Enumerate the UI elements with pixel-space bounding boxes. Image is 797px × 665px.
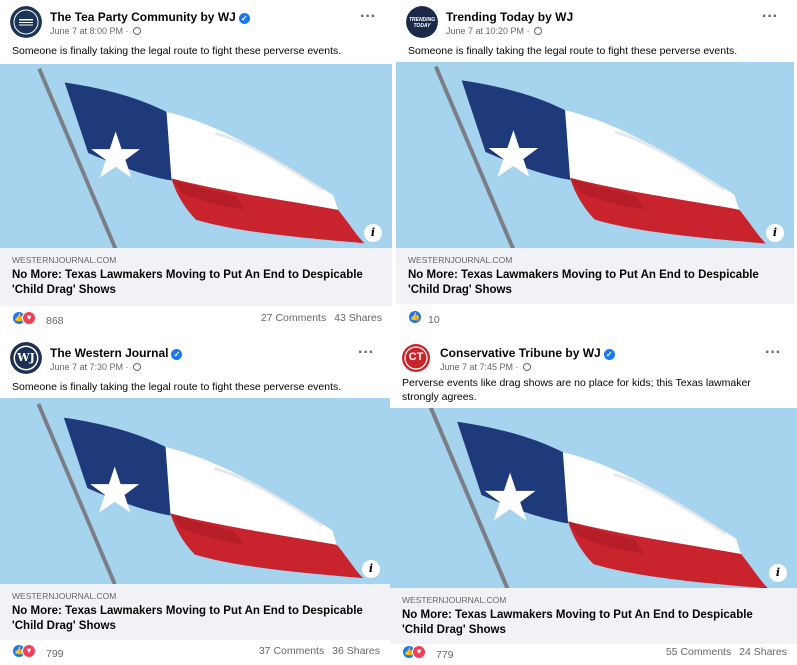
more-options-icon[interactable]: ··· [765,344,781,362]
page-name-text[interactable]: Trending Today by WJ [446,10,573,24]
post-timestamp[interactable]: June 7 at 7:30 PM [50,362,123,372]
link-domain: WESTERNJOURNAL.COM [12,255,117,265]
page-avatar[interactable]: TRENDING TODAY [406,6,438,38]
reaction-count[interactable]: 799 [46,648,64,660]
tea-party-community-logo-icon [10,6,42,38]
link-preview-image[interactable]: i [0,64,392,248]
more-options-icon[interactable]: ··· [358,344,374,362]
engagement-bar: 👍 ♥ 779 55 Comments 24 Shares [390,642,797,664]
reaction-count[interactable]: 10 [428,314,440,326]
comment-share-counts: 37 Comments 36 Shares [259,645,380,657]
page-avatar[interactable] [10,6,42,38]
avatar-text: WJ [17,351,35,364]
link-title[interactable]: No More: Texas Lawmakers Moving to Put A… [402,608,785,638]
post-timestamp[interactable]: June 7 at 8:00 PM [50,26,123,36]
texas-flag-image [0,398,390,584]
post-card: The Tea Party Community by WJ ✓ June 7 at… [0,0,392,330]
page-name-text[interactable]: The Tea Party Community by WJ [50,10,236,24]
info-icon[interactable]: i [769,564,787,582]
post-card: CT Conservative Tribune by WJ ✓ June 7 at… [390,336,797,665]
love-reaction-icon: ♥ [22,311,36,325]
page-avatar[interactable]: CT [400,342,432,374]
post-header: WJ The Western Journal ✓ June 7 at 7:30 P… [10,342,380,376]
link-domain: WESTERNJOURNAL.COM [12,591,117,601]
link-preview-image[interactable]: i [396,62,794,248]
post-meta: June 7 at 7:30 PM · [50,362,142,372]
post-meta: June 7 at 8:00 PM · [50,26,142,36]
globe-icon [523,363,532,371]
post-card: WJ The Western Journal ✓ June 7 at 7:30 P… [0,336,390,665]
page-name[interactable]: Trending Today by WJ [446,10,573,24]
post-text: Someone is finally taking the legal rout… [12,381,342,393]
link-preview-image[interactable]: i [390,408,797,588]
link-preview[interactable]: WESTERNJOURNAL.COM No More: Texas Lawmak… [0,248,392,306]
share-count[interactable]: 36 Shares [332,645,380,657]
link-title[interactable]: No More: Texas Lawmakers Moving to Put A… [12,268,380,298]
page-name[interactable]: The Tea Party Community by WJ ✓ [50,10,250,24]
post-timestamp[interactable]: June 7 at 7:45 PM [440,362,513,372]
engagement-bar: 👍 ♥ 868 27 Comments 43 Shares [0,308,392,330]
love-reaction-icon: ♥ [412,645,426,659]
post-timestamp[interactable]: June 7 at 10:20 PM [446,26,524,36]
globe-icon [534,27,543,35]
post-meta: June 7 at 10:20 PM · [446,26,543,36]
info-icon[interactable]: i [364,224,382,242]
like-reaction-icon: 👍 [408,310,422,324]
post-header: The Tea Party Community by WJ ✓ June 7 at… [10,6,382,40]
post-card: TRENDING TODAY Trending Today by WJ June… [396,0,794,330]
texas-flag-image [390,408,797,588]
post-header: TRENDING TODAY Trending Today by WJ June… [406,6,784,40]
link-domain: WESTERNJOURNAL.COM [408,255,513,265]
engagement-bar: 👍 10 [396,307,794,329]
page-name[interactable]: Conservative Tribune by WJ ✓ [440,346,615,360]
post-header: CT Conservative Tribune by WJ ✓ June 7 at… [400,342,787,376]
page-name-text[interactable]: The Western Journal [50,346,168,360]
texas-flag-image [396,62,794,248]
comment-count[interactable]: 27 Comments [261,312,326,324]
link-preview[interactable]: WESTERNJOURNAL.COM No More: Texas Lawmak… [390,588,797,644]
link-preview-image[interactable]: i [0,398,390,584]
trending-today-logo-icon: TRENDING TODAY [406,6,438,38]
post-meta: June 7 at 7:45 PM · [440,362,532,372]
comment-count[interactable]: 37 Comments [259,645,324,657]
comment-count[interactable]: 55 Comments [666,646,731,658]
share-count[interactable]: 24 Shares [739,646,787,658]
link-title[interactable]: No More: Texas Lawmakers Moving to Put A… [12,604,378,634]
page-name-text[interactable]: Conservative Tribune by WJ [440,346,601,360]
love-reaction-icon: ♥ [22,644,36,658]
comment-share-counts: 55 Comments 24 Shares [666,646,787,658]
page-avatar[interactable]: WJ [10,342,42,374]
verified-badge-icon: ✓ [603,349,615,360]
more-options-icon[interactable]: ··· [360,8,376,26]
link-title[interactable]: No More: Texas Lawmakers Moving to Put A… [408,268,782,298]
texas-flag-image [0,64,392,248]
avatar-text: CT [408,351,424,363]
post-text: Perverse events like drag shows are no p… [402,377,751,403]
avatar-text-today: TODAY [413,23,431,29]
info-icon[interactable]: i [362,560,380,578]
verified-badge-icon: ✓ [171,349,183,360]
more-options-icon[interactable]: ··· [762,8,778,26]
share-count[interactable]: 43 Shares [334,312,382,324]
globe-icon [133,363,142,371]
info-icon[interactable]: i [766,224,784,242]
post-text: Someone is finally taking the legal rout… [408,45,738,57]
link-domain: WESTERNJOURNAL.COM [402,595,507,605]
engagement-bar: 👍 ♥ 799 37 Comments 36 Shares [0,641,390,663]
verified-badge-icon: ✓ [238,13,250,24]
reaction-count[interactable]: 779 [436,649,454,661]
reaction-count[interactable]: 868 [46,315,64,327]
link-preview[interactable]: WESTERNJOURNAL.COM No More: Texas Lawmak… [396,248,794,304]
link-preview[interactable]: WESTERNJOURNAL.COM No More: Texas Lawmak… [0,584,390,640]
page-name[interactable]: The Western Journal ✓ [50,346,183,360]
globe-icon [133,27,142,35]
post-text: Someone is finally taking the legal rout… [12,45,342,57]
comment-share-counts: 27 Comments 43 Shares [261,312,382,324]
